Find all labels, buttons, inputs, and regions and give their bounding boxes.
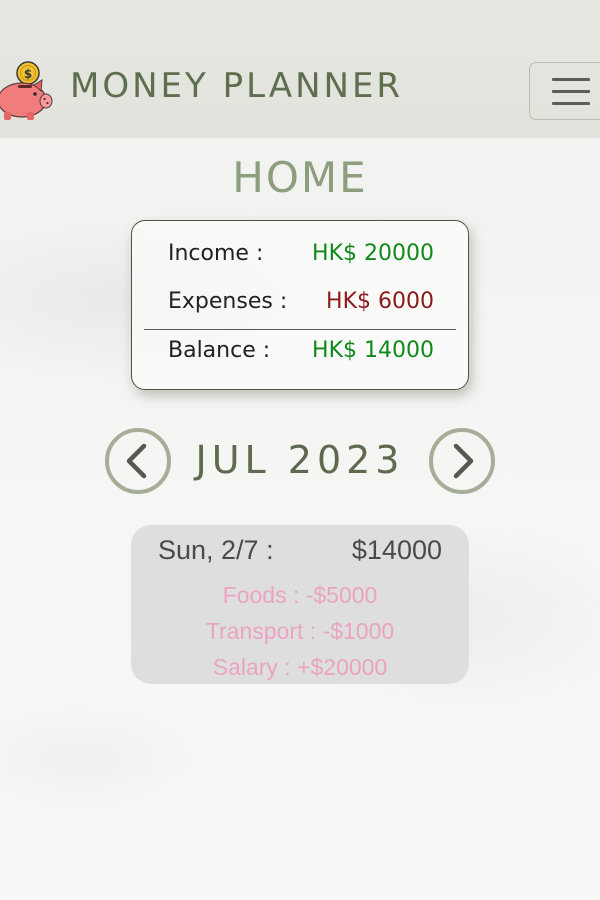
income-label: Income : (168, 241, 264, 266)
list-item[interactable]: Salary : +$20000 (131, 654, 469, 681)
income-row: Income : HK$ 20000 (168, 241, 434, 271)
day-card[interactable]: Sun, 2/7 : $14000 Foods : -$5000 Transpo… (131, 525, 469, 684)
menu-toggle-button[interactable] (529, 62, 600, 120)
chevron-left-icon (126, 443, 147, 479)
piggy-bank-icon[interactable]: $ (0, 60, 60, 122)
expenses-value: HK$ 6000 (326, 289, 434, 314)
navbar: $ MONEY PLANNER (0, 0, 600, 138)
list-item[interactable]: Transport : -$1000 (131, 618, 469, 645)
expenses-row: Expenses : HK$ 6000 (168, 289, 434, 319)
summary-card: Income : HK$ 20000 Expenses : HK$ 6000 B… (131, 220, 469, 390)
brand-title[interactable]: MONEY PLANNER (70, 66, 403, 106)
balance-value: HK$ 14000 (312, 338, 434, 363)
month-label: JUL 2023 (195, 438, 405, 482)
balance-label: Balance : (168, 338, 271, 363)
day-total: $14000 (351, 535, 442, 565)
income-value: HK$ 20000 (312, 241, 434, 266)
menu-bar (552, 78, 590, 81)
prev-month-button[interactable] (105, 428, 171, 494)
day-date: Sun, 2/7 : (158, 535, 274, 565)
page-title: HOME (232, 153, 368, 202)
chevron-right-icon (453, 443, 474, 479)
summary-divider (144, 329, 456, 330)
menu-bar (552, 102, 590, 105)
month-navigator: JUL 2023 (0, 424, 600, 496)
list-item[interactable]: Foods : -$5000 (131, 582, 469, 609)
balance-row: Balance : HK$ 14000 (168, 338, 434, 368)
next-month-button[interactable] (429, 428, 495, 494)
expenses-label: Expenses : (168, 289, 288, 314)
menu-bar (552, 90, 590, 93)
svg-text:$: $ (24, 67, 32, 81)
